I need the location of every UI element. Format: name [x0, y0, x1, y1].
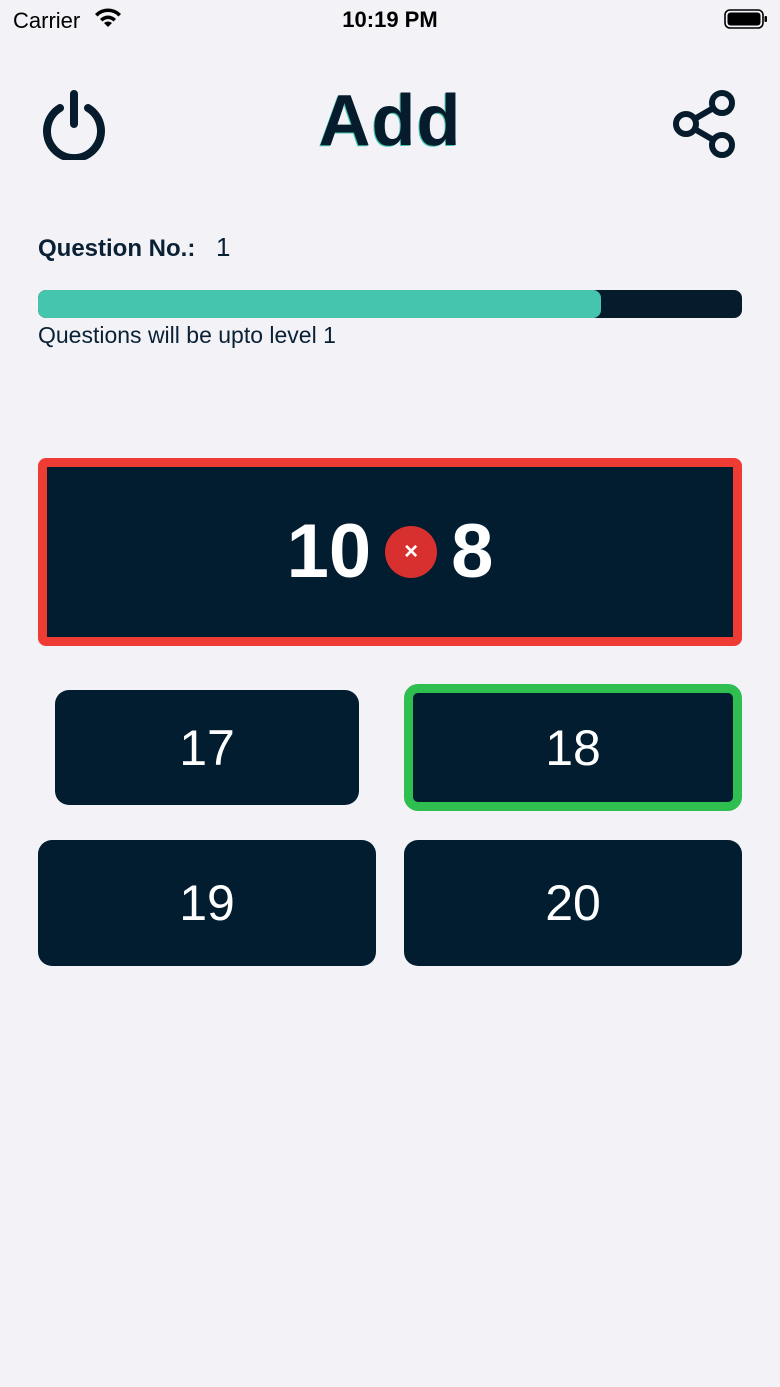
answer-option-button-correct[interactable]: 18: [404, 684, 742, 811]
status-time: 10:19 PM: [342, 7, 438, 32]
question-row: Question No.: 1: [38, 232, 230, 263]
problem-card: 10 × 8: [38, 458, 742, 646]
right-operand: 8: [451, 509, 494, 594]
progress-fill: [38, 290, 602, 318]
question-number: 1: [216, 232, 231, 262]
problem-expression: 10 × 8: [47, 467, 733, 637]
question-label: Question No.:: [38, 235, 196, 262]
answer-option-button[interactable]: 17: [55, 690, 359, 805]
share-icon: [673, 90, 735, 158]
left-operand: 10: [286, 509, 372, 594]
share-button[interactable]: [670, 90, 740, 158]
status-bar: Carrier 10:19 PM: [0, 0, 780, 40]
progress-bar: [38, 290, 742, 318]
page-title: Add: [318, 81, 462, 161]
answer-option-button[interactable]: 20: [404, 840, 742, 966]
level-info-text: Questions will be upto level 1: [38, 322, 336, 348]
answer-option-button[interactable]: 19: [38, 840, 376, 966]
battery-icon: [724, 9, 767, 29]
incorrect-x-icon: ×: [385, 526, 438, 578]
